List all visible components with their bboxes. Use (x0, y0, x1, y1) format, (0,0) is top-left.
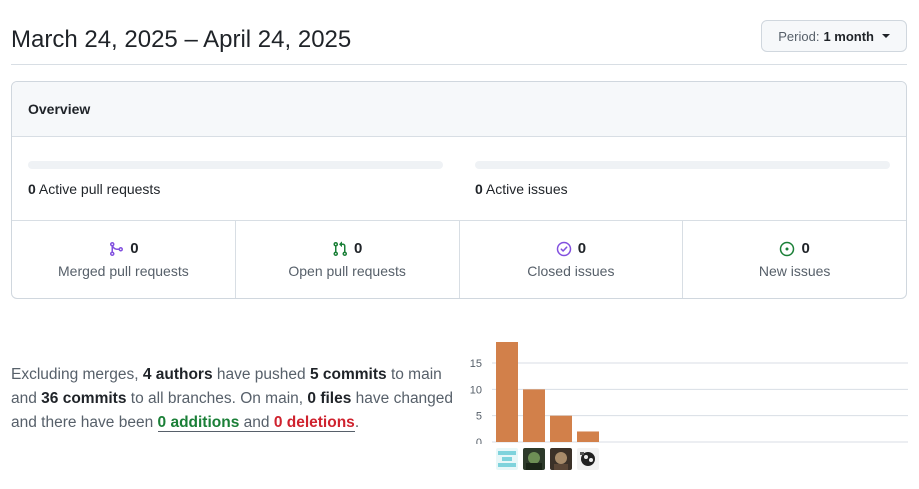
period-label: Period: (778, 28, 820, 44)
open-pr-label: Open pull requests (288, 263, 406, 279)
files-changed-count: 0 files (307, 390, 352, 407)
stat-new-issues[interactable]: 0 New issues (683, 221, 906, 298)
stat-merged-pull-requests[interactable]: 0 Merged pull requests (12, 221, 236, 298)
commit-bar[interactable] (550, 415, 572, 442)
active-pr-text[interactable]: 0 Active pull requests (28, 181, 443, 197)
page-header: March 24, 2025 – April 24, 2025 Period: … (11, 0, 907, 65)
commit-text-part: Excluding merges, (11, 366, 143, 383)
overview-box: Overview 0 Active pull requests 0 Active… (11, 81, 907, 299)
commit-bar[interactable] (496, 342, 518, 442)
new-issues-label: New issues (758, 263, 831, 279)
author-avatar[interactable] (577, 448, 599, 470)
overview-header: Overview (12, 82, 906, 137)
y-tick-label: 10 (470, 384, 482, 396)
commits-main-count: 5 commits (309, 366, 387, 383)
active-issues-label: Active issues (485, 181, 568, 197)
git-merge-icon (110, 241, 124, 256)
authors-count: 4 authors (142, 366, 213, 383)
overview-stats: 0 Merged pull requests 0 Open pull reque… (12, 221, 906, 298)
git-pull-request-icon (333, 241, 347, 256)
active-pr-count: 0 (28, 181, 36, 197)
active-pr-progress-bar (28, 161, 443, 169)
additions-count: 0 (157, 414, 167, 431)
active-issues-count: 0 (475, 181, 483, 197)
active-issues-progress-bar (475, 161, 890, 169)
commits-bar-chart: 0 5 10 15 (470, 342, 908, 449)
active-pr-summary: 0 Active pull requests (28, 161, 443, 197)
author-avatar[interactable] (523, 448, 545, 470)
date-range-title: March 24, 2025 – April 24, 2025 (11, 26, 352, 53)
commit-text-part: to all branches. On main, (126, 390, 308, 407)
overview-title: Overview (28, 101, 91, 117)
stat-closed-issues[interactable]: 0 Closed issues (460, 221, 684, 298)
commit-bar[interactable] (523, 389, 545, 442)
closed-issues-label: Closed issues (527, 263, 615, 279)
issue-closed-icon (556, 241, 571, 256)
open-pr-count: 0 (353, 240, 363, 257)
active-pr-label: Active pull requests (38, 181, 161, 197)
y-tick-label: 5 (476, 411, 482, 423)
commits-by-author-chart: 0 5 10 15 (462, 336, 912, 476)
additions-label: additions (166, 414, 240, 431)
deletions-label: deletions (282, 414, 355, 431)
y-tick-label: 0 (476, 437, 482, 444)
closed-issues-count: 0 (577, 240, 587, 257)
commit-text-part: have pushed (212, 366, 310, 383)
y-tick-label: 15 (470, 358, 482, 370)
active-issues-text[interactable]: 0 Active issues (475, 181, 890, 197)
additions-deletions-link[interactable]: 0 additions and 0 deletions (157, 414, 355, 432)
caret-down-icon (882, 34, 890, 38)
overview-summary: 0 Active pull requests 0 Active issues (12, 137, 906, 221)
issue-opened-icon (780, 241, 795, 256)
active-issues-summary: 0 Active issues (475, 161, 890, 197)
author-avatar[interactable] (550, 448, 572, 470)
stat-open-pull-requests[interactable]: 0 Open pull requests (236, 221, 460, 298)
merged-pr-label: Merged pull requests (58, 263, 189, 279)
commit-text-end: . (354, 414, 360, 431)
period-value: 1 month (823, 28, 874, 44)
merged-pr-count: 0 (130, 240, 139, 257)
commit-bar[interactable] (577, 431, 599, 442)
and-text: and (239, 414, 274, 431)
period-dropdown-button[interactable]: Period: 1 month (761, 20, 907, 52)
author-avatar[interactable] (496, 448, 518, 470)
commits-all-count: 36 commits (41, 390, 127, 407)
commit-summary: Excluding merges, 4 authors have pushed … (11, 363, 466, 435)
new-issues-count: 0 (801, 240, 810, 257)
